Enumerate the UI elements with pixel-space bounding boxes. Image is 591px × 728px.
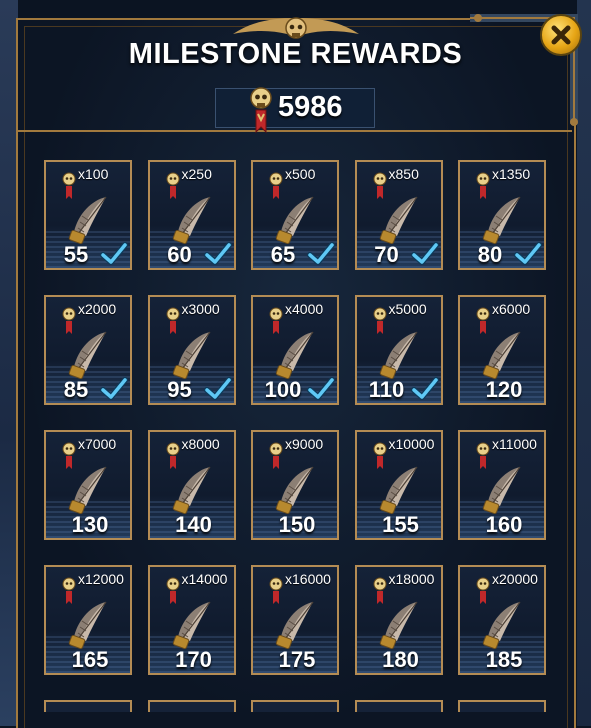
reward-card[interactable]: x250 60 (147, 160, 236, 270)
reward-amount: 150 (278, 512, 316, 537)
reward-requirement: x14000 (181, 571, 228, 587)
reward-amount: 140 (175, 512, 212, 537)
feather-quill-icon (66, 329, 110, 381)
reward-card[interactable]: x6000 120 (458, 295, 546, 405)
header-divider (18, 130, 572, 132)
feather-quill-icon (170, 464, 214, 516)
feather-quill-icon (66, 194, 110, 246)
reward-card-partial[interactable] (44, 700, 132, 712)
reward-amount: 160 (485, 512, 523, 537)
reward-card[interactable]: x9000 150 (251, 430, 339, 540)
reward-card[interactable]: x16000 175 (251, 565, 339, 675)
reward-requirement: x7000 (78, 436, 117, 452)
reward-amount: 170 (175, 647, 212, 672)
feather-quill-icon (273, 194, 317, 246)
reward-card-partial[interactable] (147, 700, 236, 712)
reward-card[interactable]: x850 70 (354, 160, 443, 270)
feather-quill-icon (273, 464, 317, 516)
reward-card[interactable]: x14000 170 (147, 565, 236, 675)
reward-requirement: x16000 (285, 571, 331, 587)
reward-card[interactable]: x7000 130 (44, 430, 132, 540)
reward-card[interactable]: x100 55 (44, 160, 132, 270)
reward-requirement: x11000 (492, 436, 537, 452)
feather-quill-icon (377, 599, 421, 651)
feather-quill-icon (480, 329, 524, 381)
checkmark-icon (514, 242, 542, 266)
reward-requirement: x5000 (388, 301, 427, 317)
reward-requirement: x6000 (492, 301, 531, 317)
reward-requirement: x850 (388, 166, 419, 182)
feather-quill-icon (480, 599, 524, 651)
reward-requirement: x12000 (78, 571, 124, 587)
reward-card[interactable]: x11000 160 (458, 430, 546, 540)
reward-amount: 120 (485, 377, 523, 402)
score-value: 5986 (278, 91, 343, 123)
reward-card-partial[interactable] (458, 700, 546, 712)
feather-quill-icon (273, 599, 317, 651)
reward-card[interactable]: x4000 100 (251, 295, 339, 405)
checkmark-icon (307, 242, 335, 266)
feather-quill-icon (170, 599, 214, 651)
feather-quill-icon (66, 599, 110, 651)
reward-card[interactable]: x5000 110 (354, 295, 443, 405)
checkmark-icon (410, 377, 439, 401)
reward-requirement: x500 (285, 166, 316, 182)
reward-card-partial[interactable] (354, 700, 443, 712)
reward-requirement: x1350 (492, 166, 531, 182)
feather-quill-icon (170, 194, 214, 246)
reward-card[interactable]: x20000 185 (458, 565, 546, 675)
reward-amount: 175 (278, 647, 316, 672)
reward-requirement: x9000 (285, 436, 324, 452)
feather-quill-icon (480, 194, 524, 246)
reward-card[interactable]: x18000 180 (354, 565, 443, 675)
reward-requirement: x100 (78, 166, 109, 182)
reward-requirement: x250 (181, 166, 212, 182)
feather-quill-icon (377, 329, 421, 381)
reward-amount: 185 (485, 647, 523, 672)
reward-amount: 155 (382, 512, 419, 537)
feather-quill-icon (480, 464, 524, 516)
checkmark-icon (307, 377, 335, 401)
checkmark-icon (100, 377, 128, 401)
reward-requirement: x20000 (492, 571, 538, 587)
skull-medal-icon (250, 87, 272, 134)
reward-card[interactable]: x1350 80 (458, 160, 546, 270)
reward-amount: 165 (71, 647, 109, 672)
reward-card[interactable]: x10000 155 (354, 430, 443, 540)
reward-requirement: x4000 (285, 301, 324, 317)
reward-card[interactable]: x2000 85 (44, 295, 132, 405)
reward-card[interactable]: x8000 140 (147, 430, 236, 540)
feather-quill-icon (377, 464, 421, 516)
reward-card[interactable]: x500 65 (251, 160, 339, 270)
reward-card-partial[interactable] (251, 700, 339, 712)
reward-amount: 180 (382, 647, 419, 672)
checkmark-icon (203, 377, 232, 401)
reward-card[interactable]: x12000 165 (44, 565, 132, 675)
reward-requirement: x10000 (388, 436, 435, 452)
checkmark-icon (410, 242, 439, 266)
feather-quill-icon (377, 194, 421, 246)
reward-amount: 130 (71, 512, 109, 537)
reward-card[interactable]: x3000 95 (147, 295, 236, 405)
reward-requirement: x18000 (388, 571, 435, 587)
checkmark-icon (203, 242, 232, 266)
checkmark-icon (100, 242, 128, 266)
feather-quill-icon (66, 464, 110, 516)
reward-requirement: x2000 (78, 301, 117, 317)
reward-requirement: x3000 (181, 301, 220, 317)
dialog-title: MILESTONE REWARDS (128, 38, 463, 70)
feather-quill-icon (273, 329, 317, 381)
feather-quill-icon (170, 329, 214, 381)
reward-requirement: x8000 (181, 436, 220, 452)
